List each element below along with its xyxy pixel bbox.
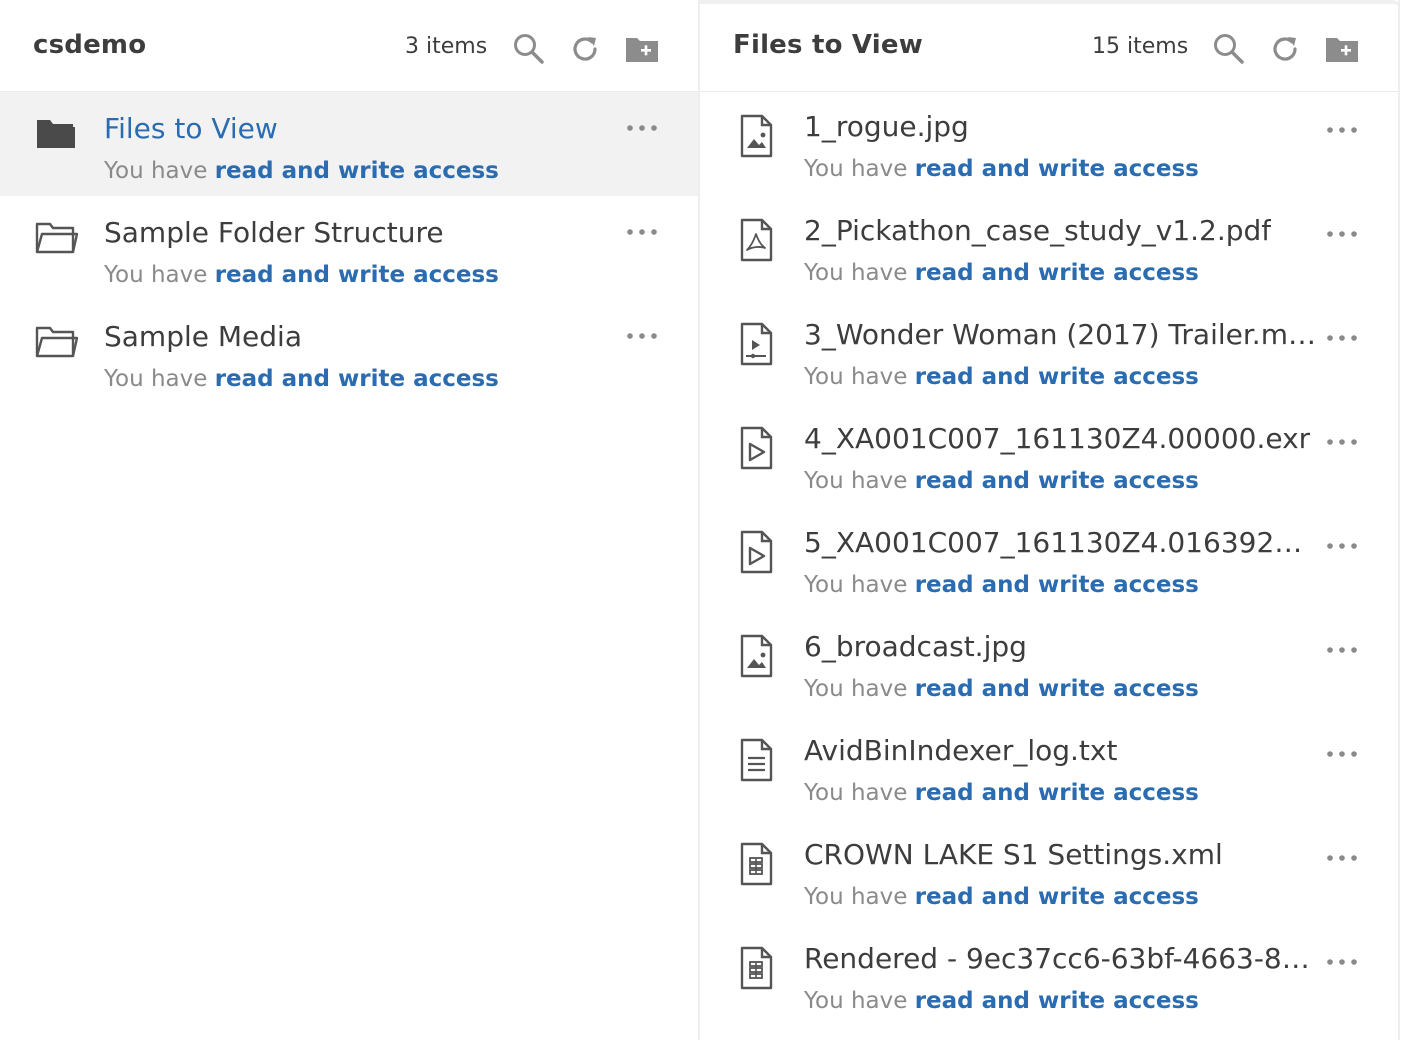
- new-folder-icon[interactable]: [624, 32, 658, 66]
- access-prefix: You have: [804, 364, 915, 390]
- folder-pane: csdemo 3 items Files to View You have re…: [0, 0, 698, 1040]
- item-name[interactable]: 1_rogue.jpg: [804, 110, 969, 143]
- more-options-icon[interactable]: [1322, 744, 1362, 764]
- item-name[interactable]: Rendered - 9ec37cc6-63bf-4663-88c4-...: [804, 942, 1318, 975]
- access-text: You have read and write access: [804, 884, 1199, 910]
- access-prefix: You have: [804, 676, 915, 702]
- pane-title: Files to View: [733, 30, 923, 60]
- access-text: You have read and write access: [104, 366, 499, 392]
- access-level: read and write access: [214, 262, 499, 288]
- access-level: read and write access: [914, 884, 1199, 910]
- video-file-icon: [736, 320, 776, 368]
- image-file-icon: [736, 112, 776, 160]
- play-file-icon: [736, 528, 776, 576]
- list-item[interactable]: CROWN LAKE S1 Settings.xml You have read…: [700, 824, 1400, 928]
- access-text: You have read and write access: [804, 260, 1199, 286]
- access-level: read and write access: [914, 572, 1199, 598]
- more-options-icon[interactable]: [1322, 640, 1362, 660]
- access-level: read and write access: [914, 988, 1199, 1014]
- access-text: You have read and write access: [804, 364, 1199, 390]
- list-item[interactable]: 2_Pickathon_case_study_v1.2.pdf You have…: [700, 200, 1400, 304]
- more-options-icon[interactable]: [1322, 432, 1362, 452]
- file-pane-header: Files to View 15 items: [700, 0, 1400, 92]
- item-count: 3 items: [405, 34, 488, 59]
- more-options-icon[interactable]: [622, 326, 662, 346]
- archive-file-icon: [736, 840, 776, 888]
- more-options-icon[interactable]: [1322, 848, 1362, 868]
- item-count: 15 items: [1092, 34, 1189, 59]
- more-options-icon[interactable]: [1322, 952, 1362, 972]
- access-prefix: You have: [804, 884, 915, 910]
- access-level: read and write access: [914, 468, 1199, 494]
- more-options-icon[interactable]: [1322, 536, 1362, 556]
- item-name[interactable]: 4_XA001C007_161130Z4.00000.exr: [804, 422, 1310, 455]
- access-level: read and write access: [214, 158, 499, 184]
- folder-filled-icon: [34, 114, 78, 154]
- access-prefix: You have: [804, 156, 915, 182]
- access-level: read and write access: [914, 780, 1199, 806]
- access-prefix: You have: [104, 158, 215, 184]
- refresh-icon[interactable]: [1269, 32, 1303, 66]
- pane-title: csdemo: [33, 30, 147, 60]
- item-name[interactable]: Files to View: [104, 112, 278, 145]
- refresh-icon[interactable]: [569, 32, 603, 66]
- access-text: You have read and write access: [804, 780, 1199, 806]
- folder-pane-header: csdemo 3 items: [0, 0, 698, 92]
- play-file-icon: [736, 424, 776, 472]
- list-item[interactable]: 1_rogue.jpg You have read and write acce…: [700, 96, 1400, 200]
- access-prefix: You have: [804, 468, 915, 494]
- access-level: read and write access: [914, 676, 1199, 702]
- more-options-icon[interactable]: [1322, 120, 1362, 140]
- item-name[interactable]: AvidBinIndexer_log.txt: [804, 734, 1117, 767]
- item-name[interactable]: 5_XA001C007_161130Z4.01639284.dpx: [804, 526, 1318, 559]
- list-item[interactable]: AvidBinIndexer_log.txt You have read and…: [700, 720, 1400, 824]
- access-level: read and write access: [914, 156, 1199, 182]
- item-name[interactable]: CROWN LAKE S1 Settings.xml: [804, 838, 1223, 871]
- list-item[interactable]: Files to View You have read and write ac…: [0, 92, 698, 196]
- list-item[interactable]: Sample Media You have read and write acc…: [0, 300, 698, 404]
- access-prefix: You have: [804, 780, 915, 806]
- search-icon[interactable]: [1212, 32, 1246, 66]
- access-level: read and write access: [914, 260, 1199, 286]
- item-name[interactable]: Sample Folder Structure: [104, 216, 444, 249]
- item-name[interactable]: 6_broadcast.jpg: [804, 630, 1027, 663]
- access-level: read and write access: [214, 366, 499, 392]
- access-text: You have read and write access: [804, 468, 1199, 494]
- access-prefix: You have: [804, 988, 915, 1014]
- folder-open-icon: [34, 218, 79, 258]
- access-text: You have read and write access: [104, 262, 499, 288]
- item-name[interactable]: Sample Media: [104, 320, 302, 353]
- folder-open-icon: [34, 322, 79, 362]
- more-options-icon[interactable]: [1322, 224, 1362, 244]
- access-text: You have read and write access: [804, 572, 1199, 598]
- pdf-file-icon: [736, 216, 776, 264]
- search-icon[interactable]: [512, 32, 546, 66]
- text-file-icon: [736, 736, 776, 784]
- list-item[interactable]: Sample Folder Structure You have read an…: [0, 196, 698, 300]
- access-level: read and write access: [914, 364, 1199, 390]
- list-item[interactable]: 5_XA001C007_161130Z4.01639284.dpx You ha…: [700, 512, 1400, 616]
- access-text: You have read and write access: [804, 988, 1199, 1014]
- access-prefix: You have: [804, 572, 915, 598]
- list-item[interactable]: 3_Wonder Woman (2017) Trailer.mp4 You ha…: [700, 304, 1400, 408]
- file-pane: Files to View 15 items 1_rogue.jpg You h…: [700, 0, 1400, 1040]
- new-folder-icon[interactable]: [1324, 32, 1358, 66]
- list-item[interactable]: Rendered - 9ec37cc6-63bf-4663-88c4-... Y…: [700, 928, 1400, 1032]
- access-text: You have read and write access: [804, 156, 1199, 182]
- more-options-icon[interactable]: [622, 118, 662, 138]
- list-item[interactable]: 6_broadcast.jpg You have read and write …: [700, 616, 1400, 720]
- access-text: You have read and write access: [104, 158, 499, 184]
- access-text: You have read and write access: [804, 676, 1199, 702]
- item-name[interactable]: 2_Pickathon_case_study_v1.2.pdf: [804, 214, 1271, 247]
- archive-file-icon: [736, 944, 776, 992]
- item-name[interactable]: 3_Wonder Woman (2017) Trailer.mp4: [804, 318, 1318, 351]
- more-options-icon[interactable]: [622, 222, 662, 242]
- pane-border: [1398, 0, 1400, 1040]
- access-prefix: You have: [104, 366, 215, 392]
- list-item[interactable]: 4_XA001C007_161130Z4.00000.exr You have …: [700, 408, 1400, 512]
- more-options-icon[interactable]: [1322, 328, 1362, 348]
- image-file-icon: [736, 632, 776, 680]
- access-prefix: You have: [104, 262, 215, 288]
- access-prefix: You have: [804, 260, 915, 286]
